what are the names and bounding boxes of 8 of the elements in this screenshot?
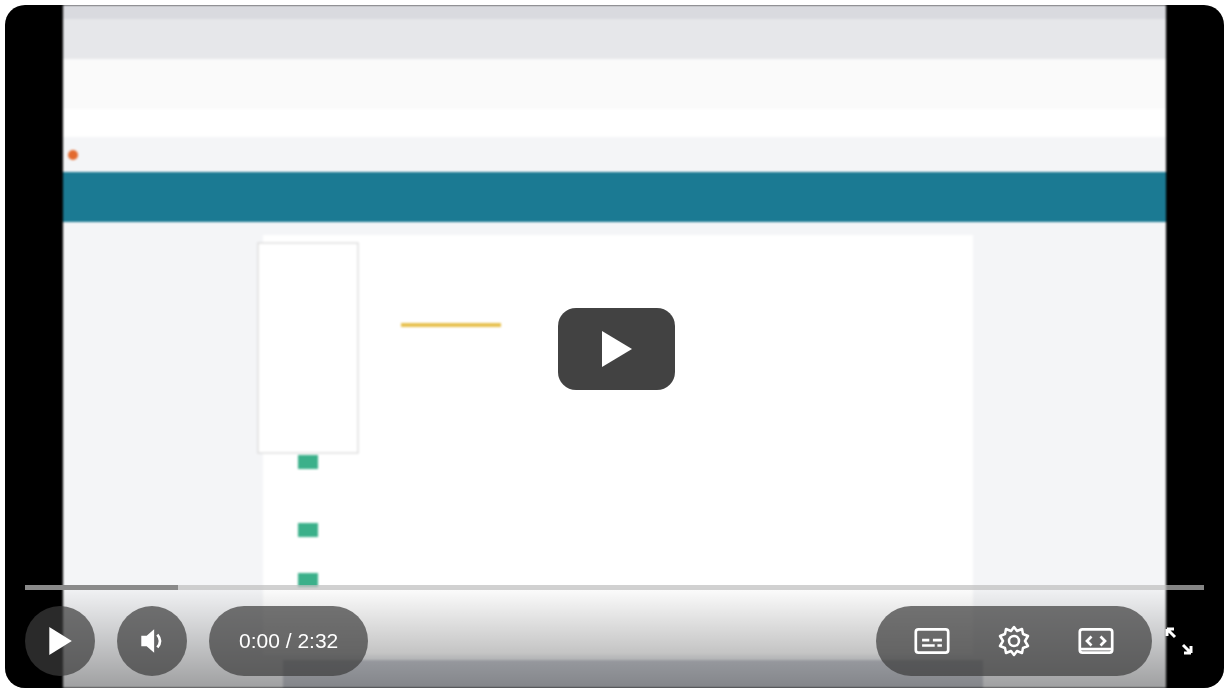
play-icon	[47, 626, 73, 656]
captions-icon	[914, 625, 950, 657]
settings-icon	[996, 625, 1032, 657]
time-display: 0:00 / 2:32	[209, 606, 369, 676]
play-icon	[601, 331, 632, 367]
video-player[interactable]: 0:00 / 2:32	[5, 5, 1224, 688]
embed-icon	[1078, 625, 1114, 657]
play-button[interactable]	[558, 308, 675, 390]
